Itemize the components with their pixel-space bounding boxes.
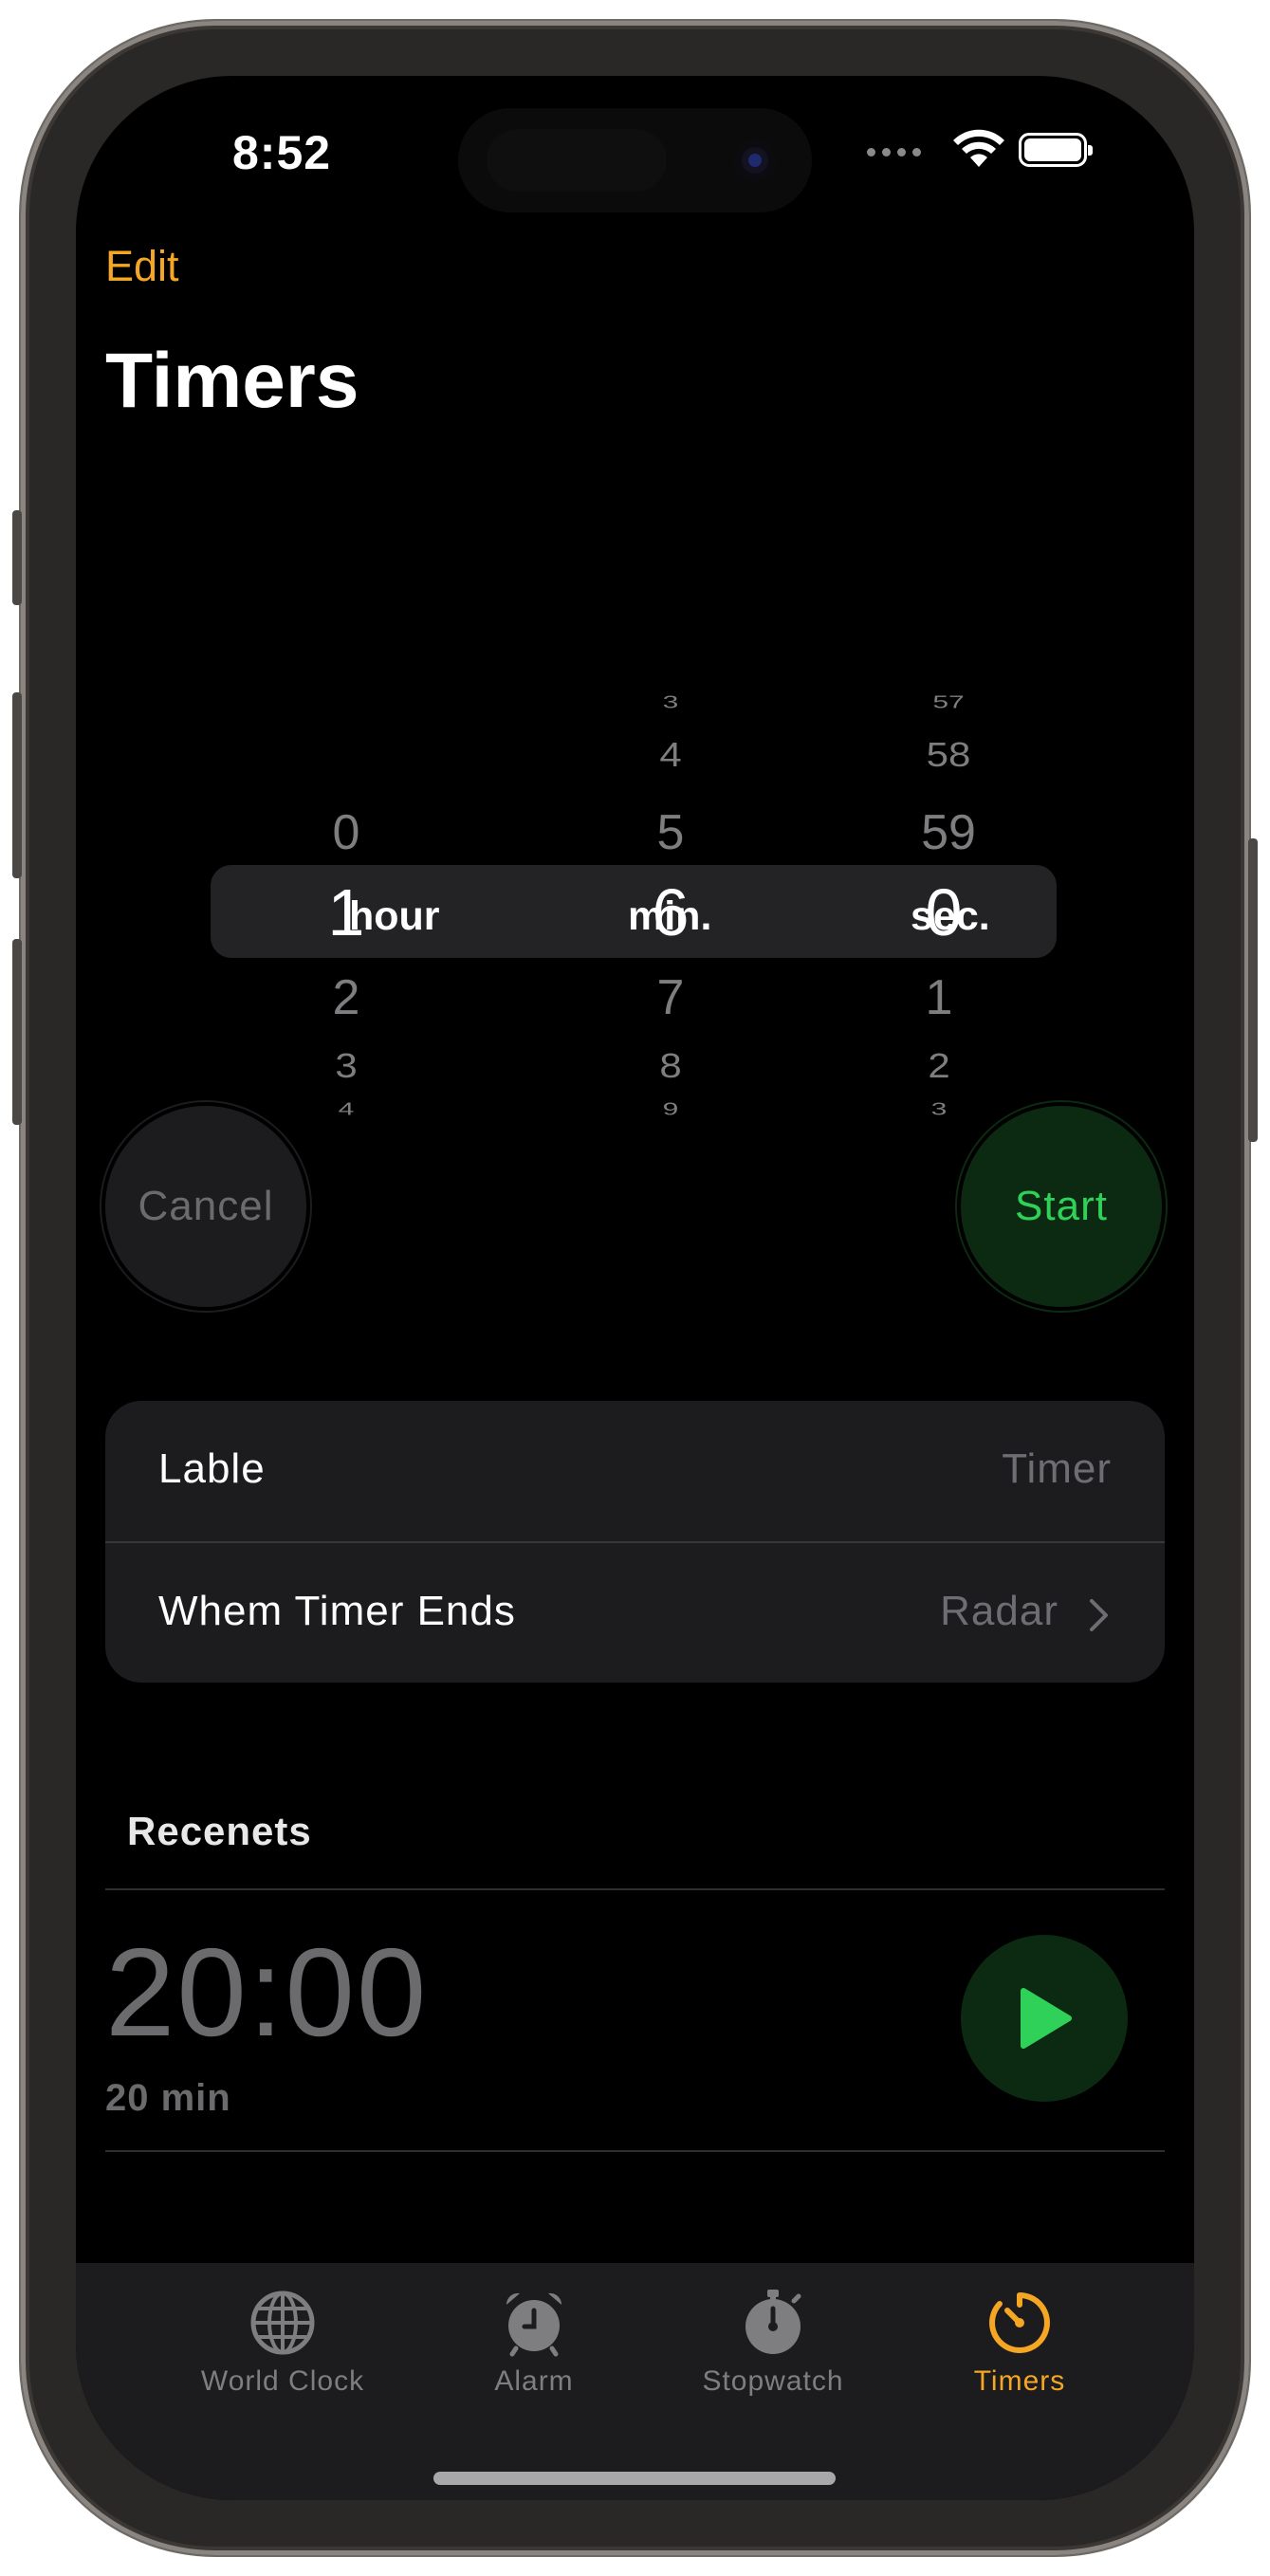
minutes-option[interactable]: 9 [633,1100,709,1119]
minutes-option[interactable]: 3 [633,693,709,712]
globe-icon [250,2291,315,2355]
tab-label: Alarm [494,2365,574,2397]
hours-option[interactable]: 2 [308,969,384,1026]
chevron-right-icon [1090,1599,1108,1631]
home-indicator[interactable] [433,2472,836,2485]
when-timer-ends-title: Whem Timer Ends [158,1588,516,1634]
cellular-dots-icon [867,148,921,156]
hours-option[interactable]: 4 [308,1100,384,1119]
seconds-option[interactable]: 2 [911,1047,967,1086]
label-row-value: Timer [1002,1445,1112,1492]
timer-options-group: Lable Timer Whem Timer Ends Radar [105,1401,1165,1683]
battery-icon [1019,133,1093,167]
seconds-unit-label: sec. [911,893,990,939]
seconds-option[interactable]: 58 [892,736,1005,775]
volume-down-button [12,939,22,1125]
status-indicators [867,129,1095,173]
hours-unit-label: hour [349,893,440,939]
wifi-icon [953,129,1004,167]
section-divider [105,2150,1165,2152]
tab-label: World Clock [200,2365,365,2397]
duration-picker[interactable]: 0 1 2 3 4 hour 3 4 5 6 7 8 9 min. 57 58 … [76,607,1194,1138]
power-button [1248,838,1258,1142]
seconds-option[interactable]: 1 [911,969,967,1026]
alarm-clock-icon [506,2292,562,2357]
island-sensor [487,129,667,192]
hours-option[interactable]: 0 [308,804,384,861]
timer-icon [989,2292,1050,2353]
minutes-wheel[interactable]: 3 4 5 6 7 8 9 [633,607,709,1138]
recent-timer-time: 20:00 [105,1923,429,2062]
hours-wheel[interactable]: 0 1 2 3 4 [308,607,384,1138]
cancel-button[interactable]: Cancel [105,1106,306,1307]
stopwatch-icon [745,2290,801,2354]
screen: 8:52 Edit Timers 0 1 2 3 4 hour 3 4 5 6 … [76,76,1194,2500]
hours-option[interactable]: 3 [308,1047,384,1086]
tab-label: Stopwatch [702,2365,844,2397]
recents-heading: Recenets [127,1809,312,1853]
action-button [12,510,22,605]
minutes-unit-label: min. [628,893,712,939]
status-time: 8:52 [232,126,332,179]
section-divider [105,1888,1165,1890]
tab-label: Timers [973,2365,1066,2397]
recent-timer-subtitle: 20 min [105,2077,231,2119]
label-row[interactable]: Lable Timer [105,1401,1165,1541]
seconds-option[interactable]: 57 [892,693,1005,712]
page-title: Timers [105,338,359,424]
volume-up-button [12,692,22,878]
start-button[interactable]: Start [961,1106,1162,1307]
label-row-title: Lable [158,1445,266,1492]
tab-timers[interactable]: Timers [906,2288,1133,2398]
seconds-option[interactable]: 59 [892,804,1005,861]
camera-lens-icon [734,139,776,181]
edit-button[interactable]: Edit [105,242,179,291]
minutes-option[interactable]: 5 [633,804,709,861]
tab-world-clock[interactable]: World Clock [169,2288,396,2398]
tab-alarm[interactable]: Alarm [420,2288,648,2398]
minutes-option[interactable]: 4 [633,736,709,775]
seconds-option[interactable]: 3 [911,1100,967,1119]
tab-bar: World Clock Alarm Stopwatch Timers [76,2263,1194,2500]
tab-stopwatch[interactable]: Stopwatch [659,2288,887,2398]
when-timer-ends-row[interactable]: Whem Timer Ends Radar [105,1543,1165,1684]
dynamic-island [458,108,812,212]
when-timer-ends-value: Radar [940,1588,1058,1634]
play-button[interactable] [961,1935,1128,2102]
minutes-option[interactable]: 7 [633,969,709,1026]
seconds-wheel[interactable]: 57 58 59 0 1 2 3 [892,607,1005,1138]
play-icon [1021,1988,1072,2049]
minutes-option[interactable]: 8 [633,1047,709,1086]
